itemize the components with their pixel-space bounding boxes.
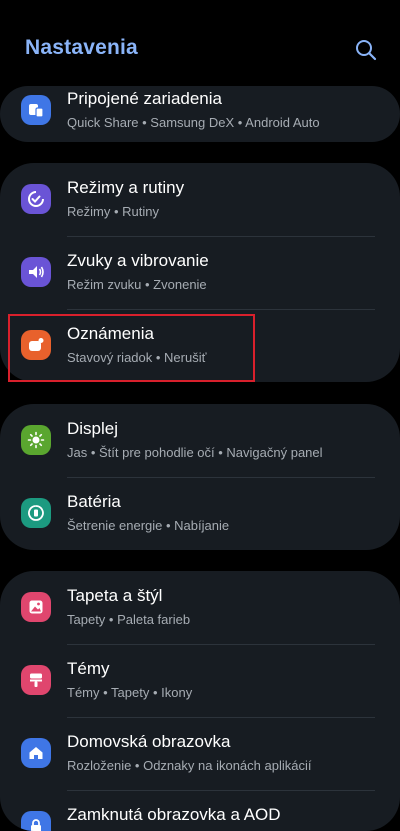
settings-item-subtitle: Jas • Štít pre pohodlie očí • Navigačný …	[67, 445, 323, 460]
settings-item-label: Domovská obrazovka	[67, 732, 231, 751]
settings-item-zamknuta[interactable]: Zamknutá obrazovka a AOD	[0, 790, 400, 831]
app-bar: Nastavenia	[0, 0, 400, 90]
home-icon	[21, 738, 51, 768]
settings-group-4: Tapeta a štýl Tapety • Paleta farieb Témy T…	[0, 571, 400, 831]
connected-devices-icon	[21, 95, 51, 125]
settings-item-zvuky[interactable]: Zvuky a vibrovanie Režim zvuku • Zvonenie	[0, 236, 400, 308]
themes-icon	[21, 665, 51, 695]
settings-item-subtitle: Témy • Tapety • Ikony	[67, 685, 193, 700]
settings-item-oznamenia[interactable]: Oznámenia Stavový riadok • Nerušiť	[0, 309, 400, 381]
settings-group-1: Pripojené zariadenia Quick Share • Samsun…	[0, 86, 400, 142]
search-button[interactable]	[352, 36, 380, 64]
settings-group-2: Režimy a rutiny Režimy • Rutiny Zvuky a vi…	[0, 163, 400, 382]
lock-screen-icon	[21, 811, 51, 831]
settings-group-3: Displej Jas • Štít pre pohodlie očí • Nav…	[0, 404, 400, 550]
notifications-icon	[21, 330, 51, 360]
settings-item-displej[interactable]: Displej Jas • Štít pre pohodlie očí • Nav…	[0, 404, 400, 476]
settings-item-pripojene[interactable]: Pripojené zariadenia Quick Share • Samsun…	[0, 86, 400, 142]
settings-item-subtitle: Tapety • Paleta farieb	[67, 612, 191, 627]
settings-item-label: Režimy a rutiny	[67, 178, 185, 197]
sound-icon	[21, 257, 51, 287]
search-icon	[356, 40, 377, 61]
settings-item-bateria[interactable]: Batéria Šetrenie energie • Nabíjanie	[0, 477, 400, 549]
settings-item-label: Batéria	[67, 492, 121, 511]
settings-item-label: Displej	[67, 419, 119, 438]
settings-item-rezimy[interactable]: Režimy a rutiny Režimy • Rutiny	[0, 163, 400, 235]
page-title: Nastavenia	[25, 36, 138, 59]
wallpaper-icon	[21, 592, 51, 622]
settings-item-label: Tapeta a štýl	[67, 586, 163, 605]
settings-item-label: Témy	[67, 659, 110, 678]
settings-item-label: Pripojené zariadenia	[67, 89, 222, 108]
display-icon	[21, 425, 51, 455]
settings-item-label: Oznámenia	[67, 324, 154, 343]
settings-item-subtitle: Stavový riadok • Nerušiť	[67, 350, 207, 365]
settings-item-subtitle: Quick Share • Samsung DeX • Android Auto	[67, 115, 320, 130]
settings-item-subtitle: Režimy • Rutiny	[67, 204, 159, 219]
modes-routines-icon	[21, 184, 51, 214]
settings-item-subtitle: Rozloženie • Odznaky na ikonách aplikáci…	[67, 758, 312, 773]
settings-item-label: Zamknutá obrazovka a AOD	[67, 805, 281, 824]
battery-icon	[21, 498, 51, 528]
settings-item-temy[interactable]: Témy Témy • Tapety • Ikony	[0, 644, 400, 716]
settings-item-label: Zvuky a vibrovanie	[67, 251, 209, 270]
settings-item-domovska[interactable]: Domovská obrazovka Rozloženie • Odznaky n…	[0, 717, 400, 789]
settings-item-tapeta[interactable]: Tapeta a štýl Tapety • Paleta farieb	[0, 571, 400, 643]
settings-item-subtitle: Režim zvuku • Zvonenie	[67, 277, 207, 292]
settings-item-subtitle: Šetrenie energie • Nabíjanie	[67, 518, 230, 533]
